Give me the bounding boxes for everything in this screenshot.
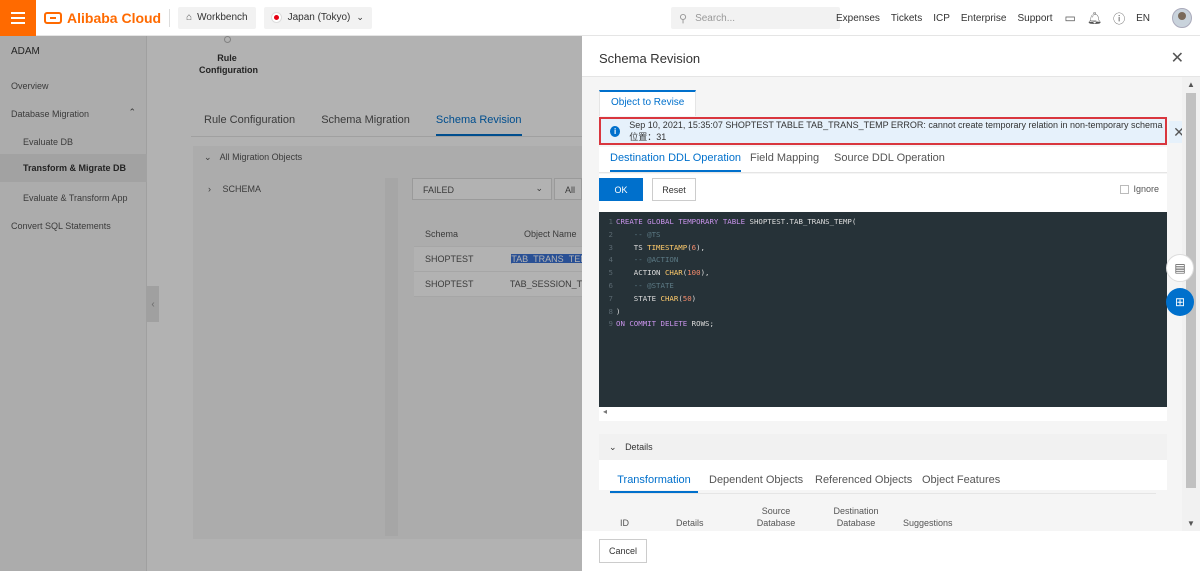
ddl-code-editor[interactable]: 1 CREATE GLOBAL TEMPORARY TABLE SHOPTEST.…	[599, 212, 1167, 407]
detail-table-header: ID Details Source Database Destination D…	[610, 499, 1156, 531]
info-icon: i	[610, 125, 621, 137]
code-line: 2 -- @TS	[599, 230, 1167, 243]
code-text: -- @STATE	[616, 280, 674, 290]
tab-referenced-objects[interactable]: Referenced Objects	[815, 474, 912, 486]
cancel-button[interactable]: Cancel	[599, 539, 647, 563]
code-text: TS TIMESTAMP(6),	[616, 242, 706, 252]
schema-revision-drawer: Schema Revision ✕ Object to Revise i Sep…	[582, 36, 1200, 571]
tab-dependent-objects[interactable]: Dependent Objects	[709, 474, 803, 486]
error-message: i Sep 10, 2021, 15:35:07 SHOPTEST TABLE …	[599, 117, 1167, 145]
reset-button[interactable]: Reset	[652, 178, 696, 201]
line-number: 5	[608, 268, 613, 278]
column-details: Details	[676, 518, 704, 528]
modal-overlay[interactable]	[0, 36, 582, 571]
line-number: 3	[608, 242, 613, 252]
tab-source-ddl[interactable]: Source DDL Operation	[834, 152, 945, 164]
nav-expenses[interactable]: Expenses	[836, 13, 880, 24]
error-close-icon[interactable]: ✕	[1169, 121, 1182, 143]
tab-object-features[interactable]: Object Features	[922, 474, 1000, 486]
search-input[interactable]: ⚲ Search...	[671, 7, 840, 29]
chevron-left-icon: ◂	[603, 407, 608, 416]
column-suggestions: Suggestions	[903, 518, 953, 528]
code-line: 6 -- @STATE	[599, 281, 1167, 294]
alibaba-logo-icon	[44, 11, 62, 24]
line-number: 6	[608, 280, 613, 290]
tab-object-to-revise[interactable]: Object to Revise	[599, 90, 697, 116]
code-text: ACTION CHAR(100),	[616, 268, 710, 278]
code-line: 9 ON COMMIT DELETE ROWS;	[599, 319, 1167, 332]
search-placeholder: Search...	[695, 12, 736, 24]
close-icon[interactable]: ✕	[1171, 48, 1184, 68]
search-icon: ⚲	[679, 12, 688, 25]
region-label: Japan (Tokyo)	[287, 12, 351, 23]
code-line: 4 -- @ACTION	[599, 255, 1167, 268]
brand-logo[interactable]: Alibaba Cloud	[44, 10, 161, 26]
column-id: ID	[620, 518, 629, 528]
workbench-label: Workbench	[197, 12, 248, 23]
line-number: 4	[608, 255, 613, 265]
line-number: 1	[608, 217, 613, 226]
drawer-title: Schema Revision	[599, 51, 701, 66]
code-line: 3 TS TIMESTAMP(6),	[599, 243, 1167, 256]
menu-icon[interactable]	[0, 0, 36, 36]
region-selector[interactable]: Japan (Tokyo) ⌄	[263, 6, 372, 29]
detail-tabs: Transformation Dependent Objects Referen…	[599, 460, 1167, 493]
top-nav-links: Expenses Tickets ICP Enterprise Support …	[825, 0, 1150, 36]
tab-destination-ddl[interactable]: Destination DDL Operation	[610, 152, 742, 172]
message-icon[interactable]: ▭	[1065, 11, 1076, 25]
code-horizontal-scrollbar[interactable]: ◂	[599, 407, 1167, 421]
details-section-header[interactable]: ⌄ Details	[599, 434, 1167, 460]
help-icon[interactable]: ⓘ	[1113, 10, 1125, 27]
ignore-label: Ignore	[1133, 184, 1159, 194]
checkbox-icon	[1120, 184, 1130, 194]
scroll-up-icon[interactable]: ▲	[1187, 80, 1195, 89]
chat-icon[interactable]: ▤	[1166, 254, 1194, 282]
detail-tabs-divider	[610, 493, 1156, 494]
avatar[interactable]	[1172, 8, 1192, 28]
line-number: 2	[608, 229, 613, 239]
code-text: -- @TS	[616, 229, 661, 239]
apps-icon[interactable]: ⊞	[1166, 288, 1194, 316]
code-text: STATE CHAR(50)	[616, 293, 697, 303]
nav-support[interactable]: Support	[1017, 13, 1052, 24]
home-icon: ⌂	[186, 12, 193, 23]
code-line: 7 STATE CHAR(50)	[599, 294, 1167, 307]
nav-tickets[interactable]: Tickets	[891, 13, 922, 24]
code-text: -- @ACTION	[616, 255, 679, 265]
code-line: 8)	[599, 307, 1167, 320]
nav-icp[interactable]: ICP	[933, 13, 950, 24]
error-text: Sep 10, 2021, 15:35:07 SHOPTEST TABLE TA…	[629, 119, 1163, 142]
bell-icon[interactable]: 🔔︎	[1087, 11, 1102, 25]
code-text: )	[616, 306, 621, 316]
action-bar: OK Reset Ignore	[599, 174, 1167, 212]
line-number: 9	[608, 319, 613, 329]
nav-enterprise[interactable]: Enterprise	[961, 13, 1007, 24]
line-number: 7	[608, 293, 613, 303]
chevron-down-icon: ⌄	[609, 442, 617, 452]
code-text: ON COMMIT DELETE ROWS;	[616, 319, 714, 329]
japan-flag-icon	[271, 13, 281, 22]
details-label: Details	[625, 442, 653, 452]
code-text: CREATE GLOBAL TEMPORARY TABLE SHOPTEST.T…	[616, 217, 857, 226]
tab-field-mapping[interactable]: Field Mapping	[750, 152, 819, 164]
ddl-tabs: Destination DDL Operation Field Mapping …	[599, 147, 1167, 173]
language-switch[interactable]: EN	[1136, 13, 1150, 24]
column-destination-database: Destination Database	[833, 506, 879, 528]
ignore-checkbox[interactable]: Ignore	[1120, 184, 1159, 194]
column-source-database: Source Database	[756, 506, 796, 528]
tab-transformation[interactable]: Transformation	[610, 474, 698, 493]
chevron-down-icon: ⌄	[356, 12, 364, 22]
brand-name: Alibaba Cloud	[67, 9, 162, 26]
code-line: 1 CREATE GLOBAL TEMPORARY TABLE SHOPTEST.…	[599, 217, 1167, 230]
scroll-down-icon[interactable]: ▼	[1187, 519, 1195, 528]
ok-button[interactable]: OK	[599, 178, 643, 201]
drawer-body: Object to Revise i Sep 10, 2021, 15:35:0…	[582, 77, 1182, 531]
code-line: 5 ACTION CHAR(100),	[599, 268, 1167, 281]
divider	[169, 8, 171, 27]
workbench-button[interactable]: ⌂ Workbench	[178, 6, 256, 29]
line-number: 8	[608, 306, 613, 316]
